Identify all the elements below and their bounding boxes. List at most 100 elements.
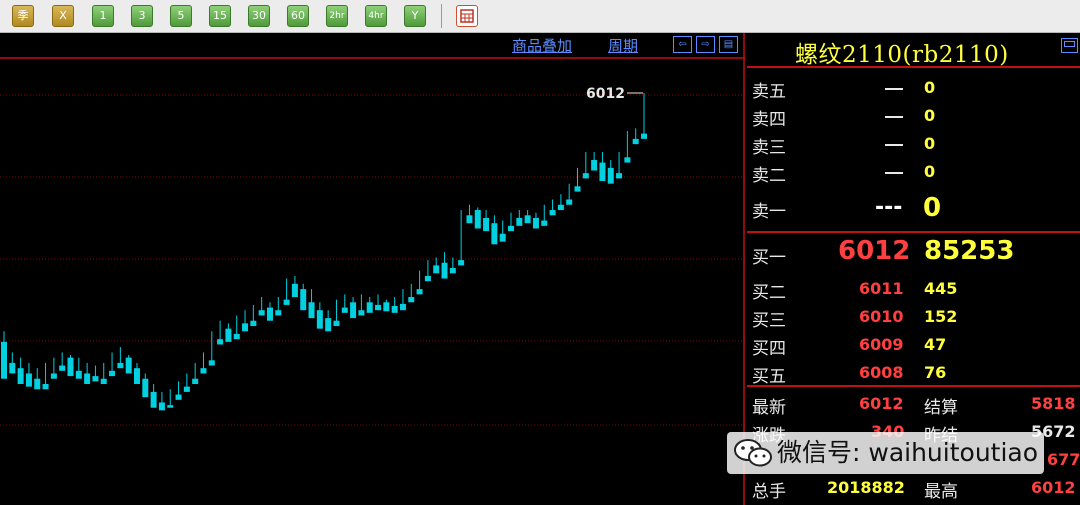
candle-body: [607, 167, 614, 184]
panel-divider: [747, 66, 1080, 68]
arrow-right-icon[interactable]: ⇨: [696, 36, 715, 53]
candle-body: [133, 368, 140, 385]
candle-body: [142, 378, 149, 398]
candle-body: [283, 299, 290, 305]
candle-body: [92, 376, 99, 382]
sell1-price: ---: [875, 195, 903, 220]
candle-body: [175, 394, 182, 400]
buy3-price: 6010: [859, 307, 904, 326]
panel-divider: [747, 385, 1080, 387]
period-15-button[interactable]: 15: [209, 5, 231, 27]
arrow-left-icon[interactable]: ⇦: [673, 36, 692, 53]
candle-body: [325, 318, 332, 332]
candle-body: [200, 368, 207, 374]
candle-body: [408, 297, 415, 303]
candle-body: [375, 304, 382, 311]
candle-body: [308, 302, 315, 319]
period-5-button[interactable]: 5: [170, 5, 192, 27]
candlestick-chart[interactable]: 6012: [0, 33, 745, 505]
buy5-volume: 76: [924, 363, 947, 382]
candle-body: [358, 310, 365, 316]
high-price-marker: 6012: [586, 86, 625, 102]
candle-body: [17, 368, 24, 385]
candle-body: [350, 302, 357, 319]
wechat-watermark: 微信号: waihuitoutiao: [727, 432, 1045, 474]
row3-right-value: 677: [1047, 450, 1080, 469]
buy1-price: 6012: [838, 236, 911, 266]
window-restore-icon[interactable]: [1061, 38, 1078, 53]
wechat-logo-icon: [734, 439, 772, 467]
candle-body: [566, 199, 573, 205]
candle-body: [499, 233, 506, 242]
symbol-title: 螺纹2110(rb2110): [795, 42, 1009, 68]
candle-body: [117, 362, 124, 369]
period-link[interactable]: 周期: [608, 35, 638, 56]
watermark-text: 微信号: waihuitoutiao: [777, 438, 1039, 467]
buy2-price: 6011: [859, 279, 904, 298]
season-button[interactable]: 季: [12, 5, 34, 27]
candle-body: [441, 262, 448, 279]
candle-body: [582, 173, 589, 179]
grid-icon[interactable]: [456, 5, 478, 27]
volume-value: 2018882: [827, 478, 905, 497]
candle-body: [84, 373, 91, 385]
buy3-volume: 152: [924, 307, 958, 326]
period-30-button[interactable]: 30: [248, 5, 270, 27]
sell5-label: 卖五: [752, 82, 786, 102]
candle-body: [34, 378, 41, 390]
candle-body: [591, 159, 598, 171]
period-1-button[interactable]: 1: [92, 5, 114, 27]
candle-body: [616, 173, 623, 179]
candle-body: [516, 217, 523, 226]
buy2-volume: 445: [924, 279, 958, 298]
candle-body: [316, 310, 323, 329]
candle-body: [300, 289, 307, 311]
close-button[interactable]: X: [52, 5, 74, 27]
candle-body: [242, 323, 249, 332]
candle-body: [67, 357, 74, 377]
overlay-link[interactable]: 商品叠加: [512, 35, 572, 56]
latest-value: 6012: [859, 394, 904, 413]
period-year-button[interactable]: Y: [404, 5, 426, 27]
candle-body: [9, 362, 16, 374]
sell4-label: 卖四: [752, 110, 786, 130]
high-label: 最高: [924, 482, 958, 502]
candle-body: [458, 260, 465, 266]
sell5-volume: 0: [924, 78, 936, 97]
buy4-price: 6009: [859, 335, 904, 354]
candle-body: [59, 365, 66, 371]
candle-body: [641, 133, 647, 139]
sell3-price: [885, 144, 903, 146]
candle-body: [491, 223, 498, 245]
candle-body: [217, 339, 224, 345]
candle-body: [1, 341, 7, 379]
candle-body: [275, 310, 282, 316]
period-2hr-button[interactable]: 2hr: [326, 5, 348, 27]
period-60-button[interactable]: 60: [287, 5, 309, 27]
sell4-volume: 0: [924, 106, 936, 125]
candle-body: [25, 373, 32, 387]
candle-body: [524, 215, 531, 224]
high-value: 6012: [1031, 478, 1076, 497]
panel-divider: [747, 231, 1080, 233]
buy1-volume: 85253: [924, 236, 1015, 266]
candle-body: [383, 302, 390, 312]
candle-body: [474, 210, 481, 229]
candle-body: [50, 373, 57, 379]
period-4hr-button[interactable]: 4hr: [365, 5, 387, 27]
candle-body: [632, 138, 639, 145]
candle-body: [433, 265, 440, 274]
sell5-price: [885, 88, 903, 90]
period-3-button[interactable]: 3: [131, 5, 153, 27]
panel-toggle-icon[interactable]: ▤: [719, 36, 738, 53]
candle-body: [399, 303, 406, 311]
candle-body: [624, 157, 631, 163]
candle-body: [574, 186, 581, 192]
settle-value: 5818: [1031, 394, 1076, 413]
candle-body: [449, 268, 456, 274]
candle-body: [183, 386, 190, 392]
sell2-price: [885, 172, 903, 174]
candle-body: [192, 378, 199, 385]
latest-label: 最新: [752, 398, 786, 418]
sell1-volume: 0: [923, 193, 942, 223]
